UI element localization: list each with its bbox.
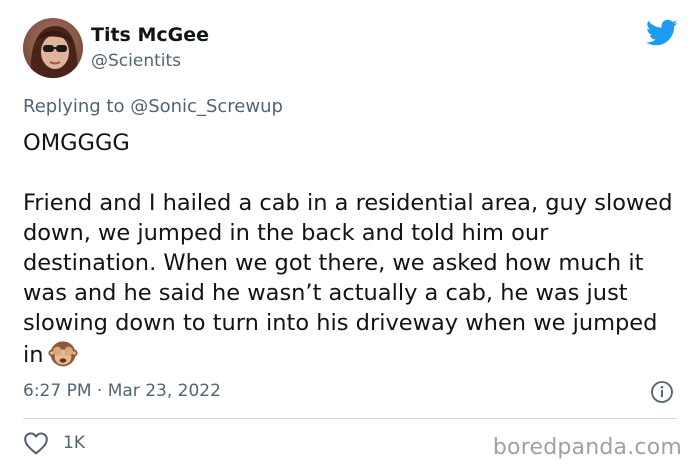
- profile-photo-avatar: [23, 18, 83, 78]
- tweet-card: Tits McGee @Scientits Replying to @Sonic…: [0, 0, 700, 471]
- heart-outline-icon: [24, 432, 48, 455]
- divider: [23, 418, 677, 419]
- display-name[interactable]: Tits McGee: [91, 23, 209, 47]
- user-handle[interactable]: @Scientits: [91, 50, 181, 72]
- tweet-timestamp[interactable]: 6:27 PM · Mar 23, 2022: [23, 380, 221, 402]
- like-button[interactable]: 1K: [23, 430, 85, 456]
- twitter-bird-icon[interactable]: [646, 19, 678, 47]
- tweet-line-2: Friend and I hailed a cab in a residenti…: [23, 188, 683, 370]
- mention-link[interactable]: @Sonic_Screwup: [130, 96, 283, 117]
- tweet-line-2-text: Friend and I hailed a cab in a residenti…: [23, 190, 673, 368]
- replying-prefix: Replying to: [23, 96, 131, 117]
- replying-to-line: Replying to @Sonic_Screwup: [23, 95, 283, 119]
- like-count: 1K: [63, 433, 85, 453]
- avatar[interactable]: [23, 18, 83, 78]
- info-circle-icon[interactable]: [650, 380, 674, 404]
- tweet-body: OMGGGG Friend and I hailed a cab in a re…: [23, 128, 683, 370]
- see-no-evil-monkey-emoji: [47, 341, 78, 367]
- tweet-line-1: OMGGGG: [23, 130, 130, 156]
- watermark: boredpanda.com: [492, 435, 682, 460]
